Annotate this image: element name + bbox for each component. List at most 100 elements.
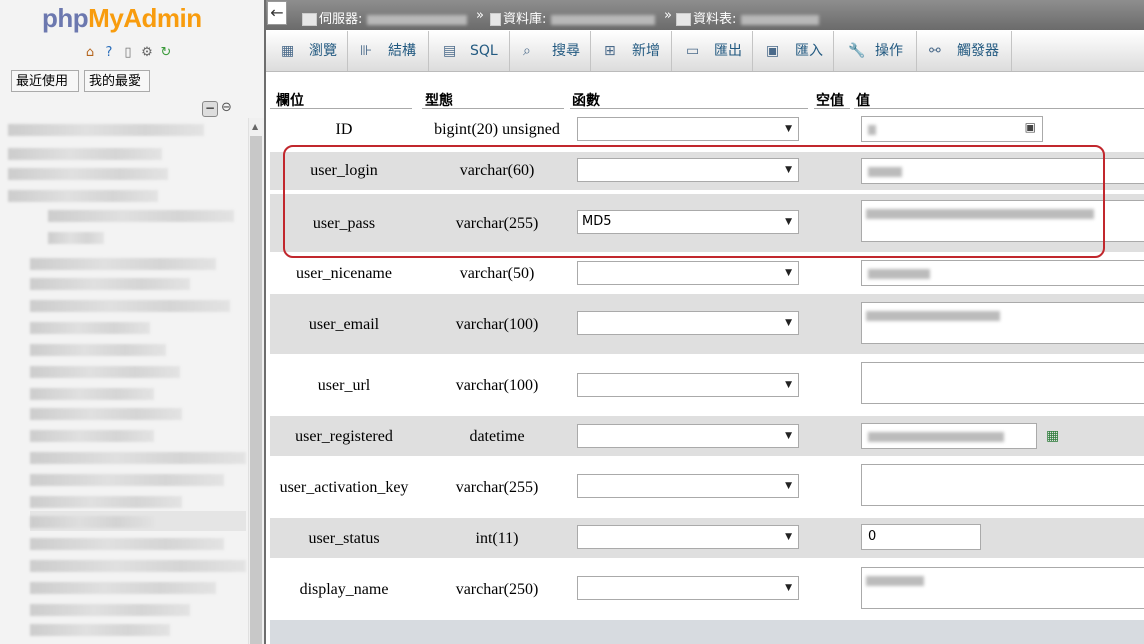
field-name: ID [335, 121, 353, 138]
breadcrumb-database-label[interactable]: 資料庫: [503, 12, 546, 27]
database-name-redacted[interactable] [550, 14, 655, 25]
list-item[interactable] [30, 322, 150, 334]
favorite-tables-button[interactable]: 我的最愛 [84, 70, 150, 92]
field-type: varchar(250) [455, 581, 539, 598]
breadcrumb-server-label[interactable]: 伺服器: [319, 12, 362, 27]
list-item[interactable] [48, 232, 104, 244]
tab-import[interactable]: ▣ 匯入 [753, 31, 834, 71]
collapse-all-icon[interactable]: − [202, 101, 218, 117]
list-item[interactable] [30, 582, 216, 594]
table-name-redacted[interactable] [740, 14, 819, 25]
tab-structure[interactable]: ⊪ 結構 [348, 31, 429, 71]
field-type: varchar(50) [459, 265, 535, 282]
function-select[interactable]: ▼ [577, 373, 799, 397]
field-name: user_activation_key [279, 479, 409, 496]
list-item[interactable] [8, 190, 158, 202]
tab-insert[interactable]: ⊞ 新增 [591, 31, 672, 71]
function-select[interactable]: ▼ [577, 311, 799, 335]
search-icon: ⌕ [523, 43, 531, 59]
home-icon[interactable]: ⌂ [82, 45, 98, 61]
import-icon: ▣ [766, 43, 780, 59]
help-icon[interactable]: ? [101, 45, 117, 61]
field-name: user_nicename [296, 265, 392, 282]
table-row: user_url varchar(100) ▼ [270, 356, 1144, 414]
field-type: varchar(255) [455, 479, 539, 496]
value-textarea[interactable] [861, 302, 1144, 344]
list-item[interactable] [30, 474, 224, 486]
back-arrow-icon[interactable]: ← [267, 1, 287, 25]
table-row: user_registered datetime ▼ ▦ [270, 416, 1144, 456]
scrollbar-thumb[interactable] [250, 136, 262, 644]
list-item[interactable] [30, 258, 216, 270]
function-select[interactable]: ▼ [577, 525, 799, 549]
list-item[interactable] [8, 148, 162, 160]
navigation-sidebar: phpMyAdmin ⌂ ? ▯ ⚙ ↻ 最近使用 我的最愛 − ⊖ ▲ [0, 0, 264, 644]
list-item[interactable] [30, 624, 170, 636]
reload-icon[interactable]: ↻ [158, 45, 174, 61]
list-item[interactable] [30, 388, 154, 400]
recent-tables-button[interactable]: 最近使用 [11, 70, 79, 92]
sidebar-toolbar: ⌂ ? ▯ ⚙ ↻ [82, 45, 174, 61]
list-item[interactable] [30, 452, 246, 464]
calendar-icon[interactable]: ▦ [1046, 428, 1059, 444]
field-type: bigint(20) unsigned [434, 121, 560, 138]
field-name: user_registered [295, 428, 393, 445]
table-icon [676, 13, 691, 26]
value-input[interactable]: ▣ [861, 116, 1043, 142]
list-item[interactable] [30, 496, 182, 508]
value-textarea[interactable] [861, 464, 1144, 506]
datetime-input[interactable] [861, 423, 1037, 449]
link-with-main-icon[interactable]: ⊖ [221, 100, 239, 116]
function-select[interactable]: ▼ [577, 576, 799, 600]
breadcrumb-table-label[interactable]: 資料表: [693, 12, 736, 27]
value-input[interactable]: 0 [861, 524, 981, 550]
list-item[interactable] [30, 538, 224, 550]
function-select[interactable]: ▼ [577, 117, 799, 141]
contact-card-icon: ▣ [1024, 120, 1036, 134]
function-select[interactable]: ▼ [577, 261, 799, 285]
list-item[interactable] [30, 408, 182, 420]
value-textarea[interactable] [861, 362, 1144, 404]
breadcrumb-separator: » [476, 8, 484, 23]
sql-icon: ▤ [443, 43, 457, 59]
header-underline [422, 108, 564, 109]
list-item[interactable] [8, 168, 168, 180]
phpmyadmin-logo[interactable]: phpMyAdmin [42, 3, 202, 34]
table-row: ID bigint(20) unsigned ▼ ▣ [270, 114, 1144, 146]
tab-export[interactable]: ▭ 匯出 [672, 31, 753, 71]
server-name-redacted[interactable] [366, 14, 467, 25]
database-icon [490, 13, 501, 26]
function-select[interactable]: ▼ [577, 424, 799, 448]
footer-area [270, 620, 1144, 644]
header-underline [270, 108, 412, 109]
header-column: 欄位 [276, 93, 304, 109]
structure-icon: ⊪ [360, 43, 373, 59]
field-type: varchar(100) [455, 377, 539, 394]
list-item[interactable] [30, 278, 190, 290]
highlight-annotation [283, 145, 1105, 258]
tab-sql[interactable]: ▤ SQL [429, 31, 510, 71]
list-item[interactable] [30, 430, 154, 442]
list-item[interactable] [30, 344, 166, 356]
settings-icon[interactable]: ⚙ [139, 45, 155, 61]
list-item[interactable] [8, 124, 204, 136]
list-item[interactable] [30, 560, 246, 572]
field-name: user_status [308, 530, 380, 547]
function-select[interactable]: ▼ [577, 474, 799, 498]
value-input[interactable] [861, 260, 1144, 286]
tab-triggers[interactable]: ⚯ 觸發器 [917, 31, 1012, 71]
browse-icon: ▦ [281, 43, 295, 59]
list-item[interactable] [30, 516, 154, 528]
docs-icon[interactable]: ▯ [120, 45, 136, 61]
tab-operations[interactable]: 🔧 操作 [834, 31, 917, 71]
list-item[interactable] [30, 604, 190, 616]
tab-browse[interactable]: ▦ 瀏覽 [266, 31, 348, 71]
list-item[interactable] [48, 210, 234, 222]
header-type: 型態 [425, 93, 453, 109]
field-name: user_email [308, 316, 380, 333]
scroll-up-icon[interactable]: ▲ [252, 122, 258, 131]
list-item[interactable] [30, 300, 230, 312]
list-item[interactable] [30, 366, 180, 378]
value-textarea[interactable] [861, 567, 1144, 609]
tab-search[interactable]: ⌕ 搜尋 [510, 31, 591, 71]
